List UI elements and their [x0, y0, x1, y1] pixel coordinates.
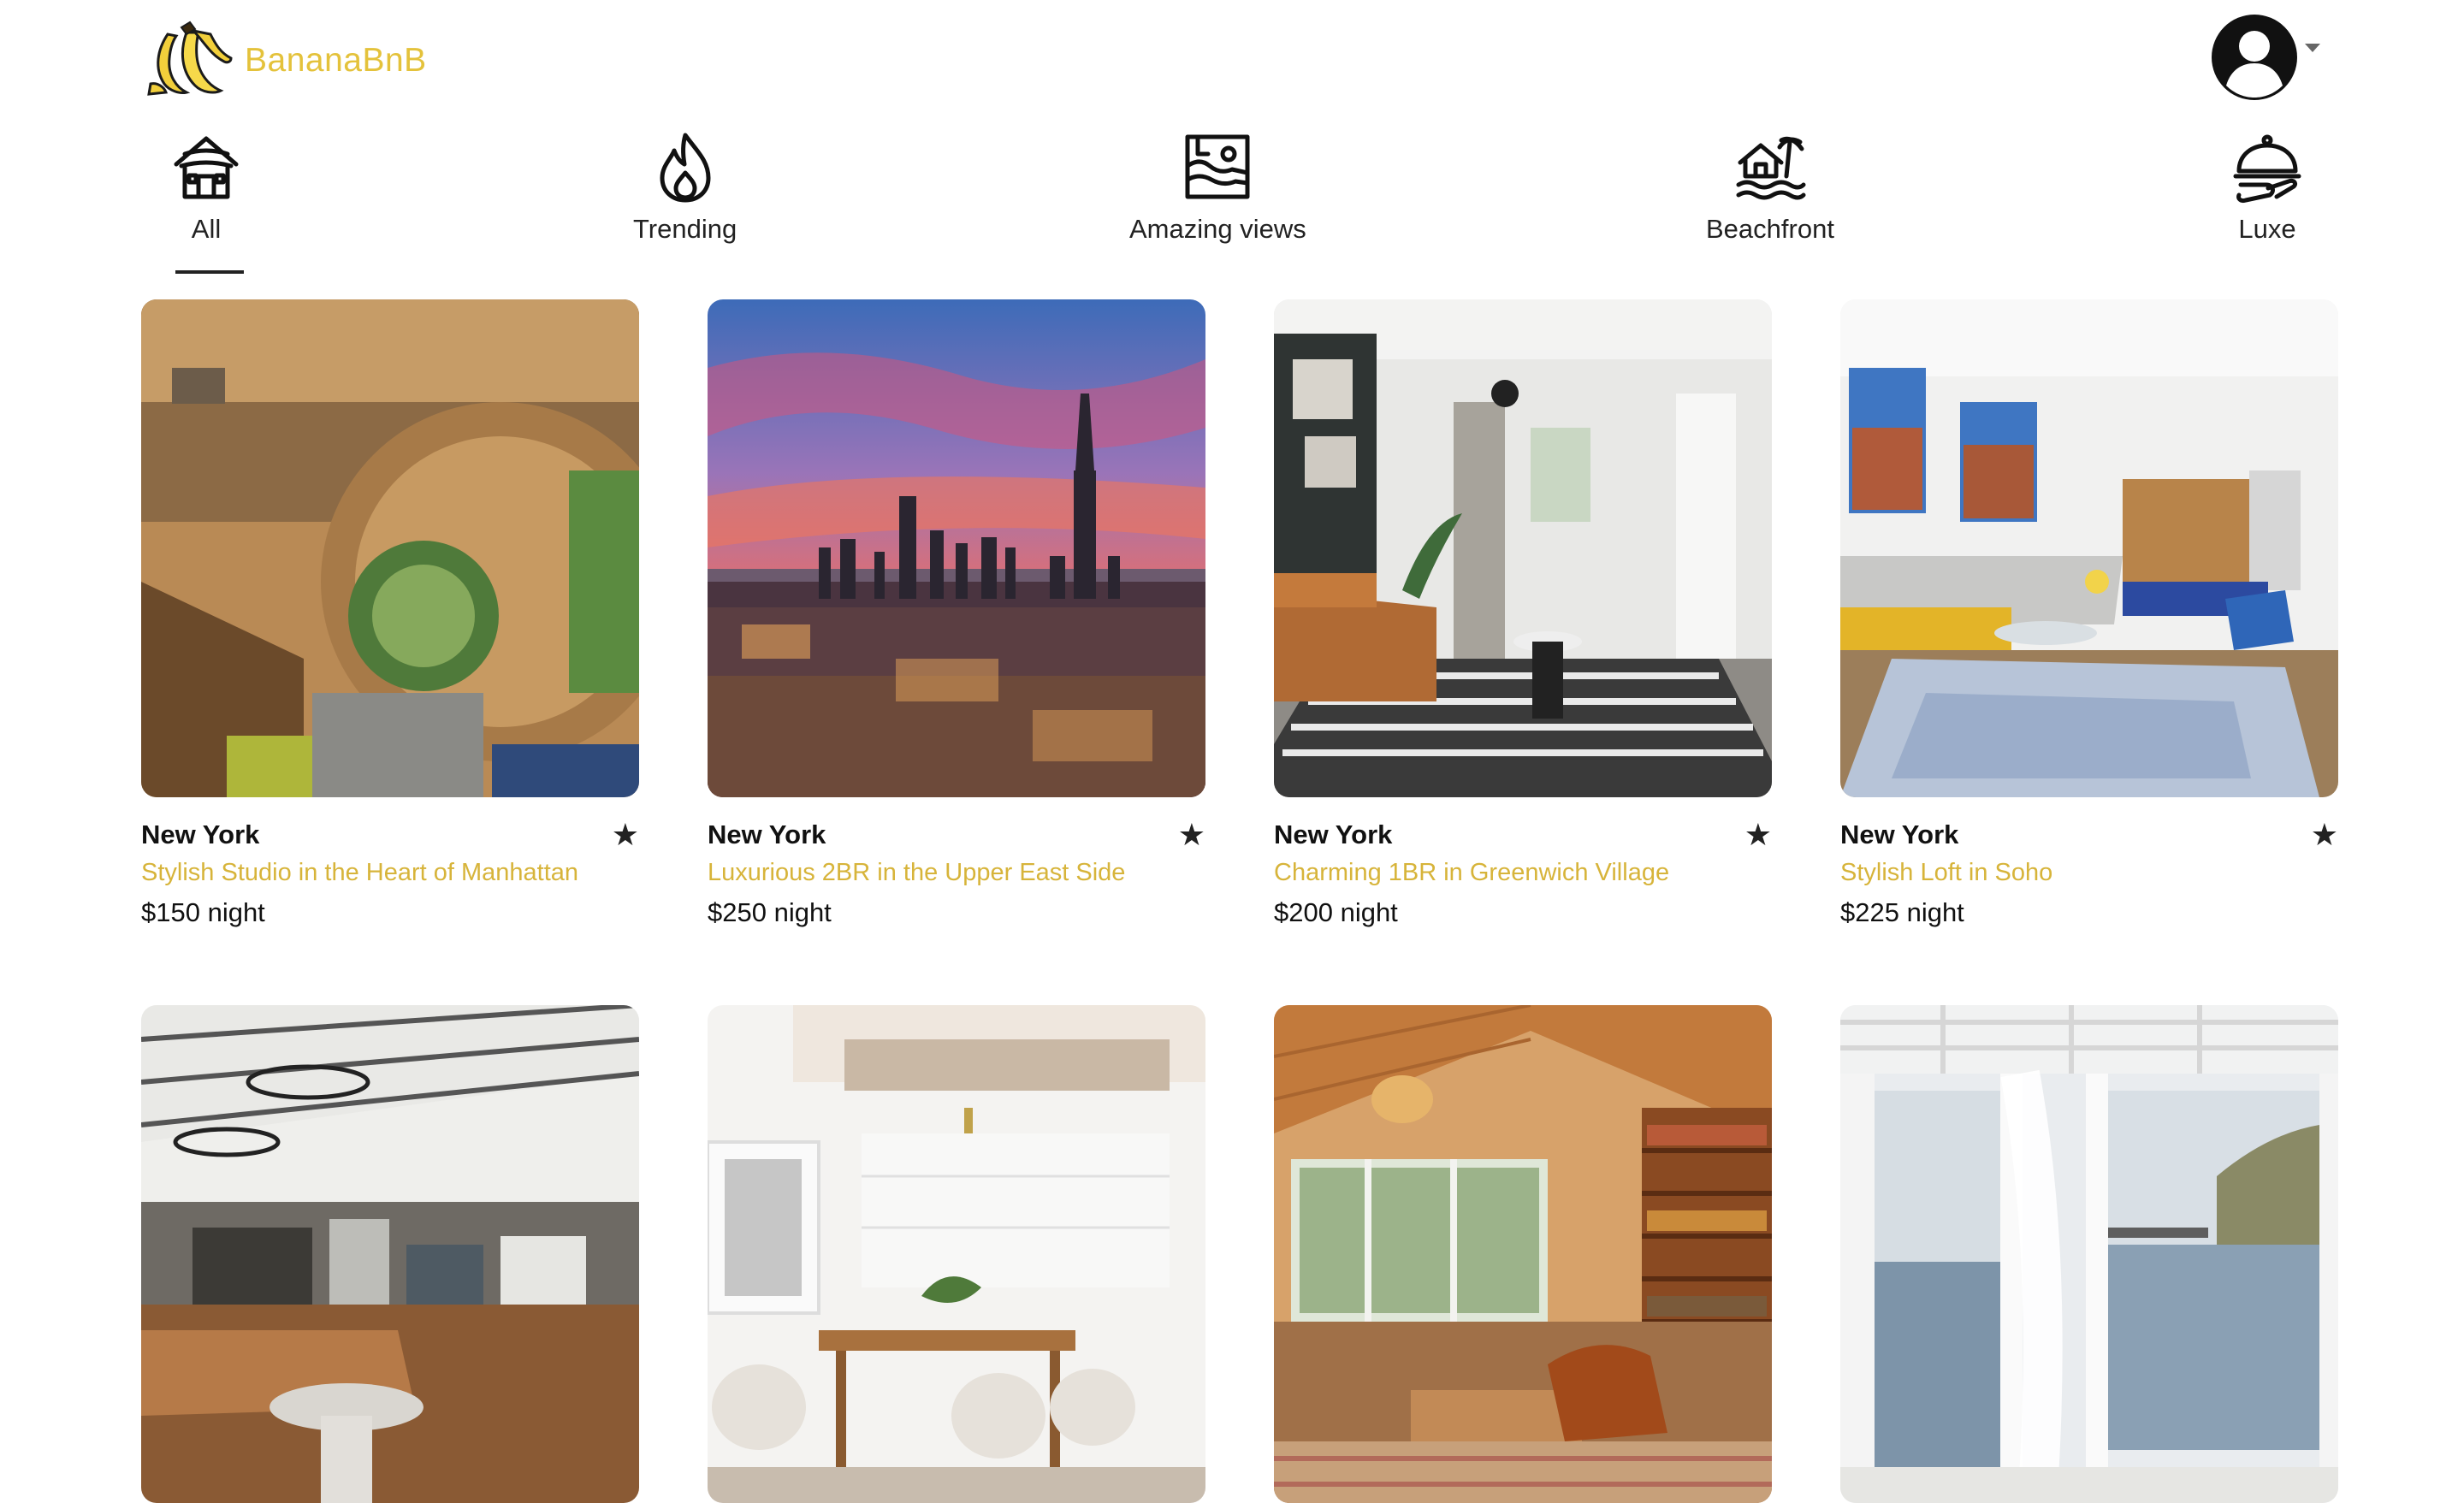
- listing-photo[interactable]: [708, 299, 1205, 797]
- listing-price: $150 night: [141, 897, 265, 927]
- listing-info: New York ★ Luxurious 2BR in the Upper Ea…: [708, 818, 1205, 932]
- listing-price: $250 night: [708, 897, 832, 927]
- listing-city: New York: [1274, 820, 1393, 849]
- category-all[interactable]: All: [168, 128, 245, 274]
- category-trending[interactable]: Trending: [633, 128, 737, 245]
- active-tab-indicator: [175, 270, 244, 274]
- user-circle-icon: [2209, 12, 2300, 103]
- listing-photo[interactable]: [141, 1005, 639, 1503]
- listing-card[interactable]: New York ★ Stylish Loft in Soho $225 nig…: [1840, 299, 2338, 932]
- star-icon: ★: [2310, 817, 2338, 852]
- listing-card[interactable]: [1840, 1005, 2338, 1503]
- category-luxe[interactable]: Luxe: [2229, 128, 2306, 245]
- listing-price: $200 night: [1274, 897, 1398, 927]
- listing-title: Stylish Loft in Soho: [1840, 859, 2053, 886]
- flame-icon: [647, 128, 724, 205]
- house-icon: [168, 128, 245, 205]
- profile-menu-button[interactable]: [2209, 12, 2320, 103]
- star-icon: ★: [1744, 817, 1772, 852]
- category-bar: All Trending Amazing views Beachfront Lu…: [0, 128, 2464, 291]
- listing-photo[interactable]: [1274, 1005, 1772, 1503]
- listing-info: New York ★ Stylish Studio in the Heart o…: [141, 818, 639, 932]
- listing-city: New York: [1840, 820, 1959, 849]
- star-icon: ★: [1177, 817, 1205, 852]
- category-label: All: [191, 214, 222, 244]
- listing-photo[interactable]: [708, 1005, 1205, 1503]
- listing-photo[interactable]: [1840, 1005, 2338, 1503]
- listing-info: New York ★ Stylish Loft in Soho $225 nig…: [1840, 818, 2338, 932]
- listing-city: New York: [141, 820, 260, 849]
- listing-card[interactable]: New York ★ Luxurious 2BR in the Upper Ea…: [708, 299, 1205, 932]
- landscape-frame-icon: [1179, 128, 1256, 205]
- listing-photo[interactable]: [141, 299, 639, 797]
- category-label: Beachfront: [1706, 214, 1834, 244]
- logo-text: BananaBnB: [245, 41, 427, 79]
- category-amazing-views[interactable]: Amazing views: [1129, 128, 1306, 245]
- listing-card[interactable]: New York ★ Charming 1BR in Greenwich Vil…: [1274, 299, 1772, 932]
- listing-city: New York: [708, 820, 826, 849]
- listing-title: Luxurious 2BR in the Upper East Side: [708, 859, 1126, 886]
- beach-house-icon: [1732, 128, 1809, 205]
- listing-card[interactable]: [708, 1005, 1205, 1503]
- listing-title: Stylish Studio in the Heart of Manhattan: [141, 859, 579, 886]
- banana-logo-icon: [142, 15, 236, 105]
- category-label: Amazing views: [1129, 214, 1306, 244]
- cloche-icon: [2229, 128, 2306, 205]
- header: BananaBnB: [0, 0, 2464, 120]
- logo-link[interactable]: BananaBnB: [142, 15, 427, 105]
- listing-card[interactable]: New York ★ Stylish Studio in the Heart o…: [141, 299, 639, 932]
- listing-photo[interactable]: [1840, 299, 2338, 797]
- caret-down-icon: [2305, 44, 2320, 52]
- listing-info: New York ★ Charming 1BR in Greenwich Vil…: [1274, 818, 1772, 932]
- listing-photo[interactable]: [1274, 299, 1772, 797]
- listing-title: Charming 1BR in Greenwich Village: [1274, 859, 1670, 886]
- category-label: Luxe: [2238, 214, 2296, 244]
- category-label: Trending: [633, 214, 737, 244]
- category-beachfront[interactable]: Beachfront: [1706, 128, 1834, 245]
- listing-card[interactable]: [1274, 1005, 1772, 1503]
- listing-card[interactable]: [141, 1005, 639, 1503]
- listing-price: $225 night: [1840, 897, 1964, 927]
- star-icon: ★: [611, 817, 639, 852]
